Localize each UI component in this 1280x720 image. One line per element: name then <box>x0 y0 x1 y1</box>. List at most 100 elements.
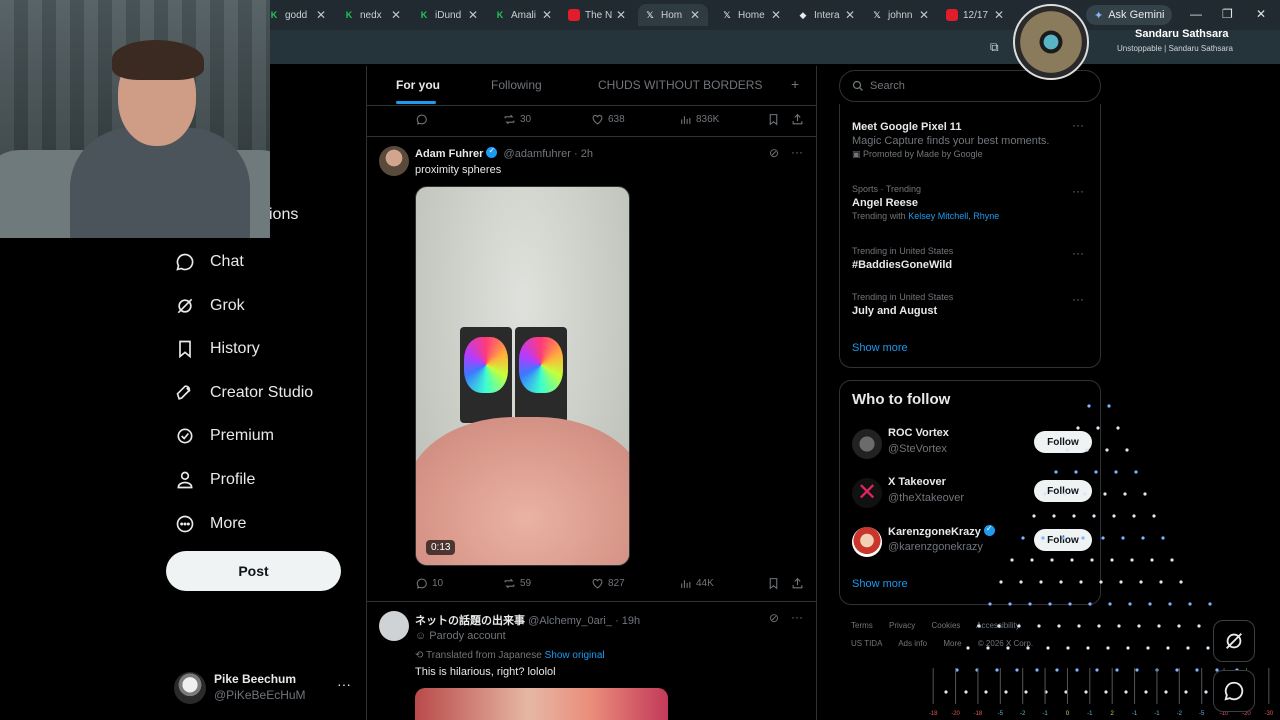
nav-item-chat[interactable]: Chat <box>174 246 244 278</box>
tweet-time[interactable]: · 2h <box>574 148 593 160</box>
tab-for-you[interactable]: For you <box>396 78 440 92</box>
account-switcher[interactable]: Pike Beechum @PiKeBeEcHuM ··· <box>174 668 354 708</box>
x-takeover-avatar[interactable]: ✕ <box>852 478 882 508</box>
avatar[interactable] <box>379 611 409 641</box>
decor-dot <box>1088 602 1092 606</box>
tweet-image[interactable] <box>415 688 668 720</box>
share-button[interactable] <box>791 113 808 126</box>
footer-link[interactable]: US TIDA <box>851 639 882 648</box>
tab-following[interactable]: Following <box>491 78 542 92</box>
cast-icon[interactable]: ⧉ <box>990 40 999 55</box>
trend-item[interactable]: Trending in United States July and Augus… <box>852 292 1092 317</box>
grok-floating-button[interactable] <box>1213 620 1255 662</box>
nav-item-profile[interactable]: Profile <box>174 464 255 496</box>
translation-note: ⟲ Translated from Japanese Show original <box>415 650 605 661</box>
post-button[interactable]: Post <box>166 551 341 591</box>
grok-icon[interactable]: ⊘ <box>769 146 779 160</box>
author-name[interactable]: Adam Fuhrer <box>415 148 483 160</box>
k-icon: K <box>420 10 428 20</box>
account-more-icon[interactable]: ··· <box>337 676 351 692</box>
views-button[interactable]: 44K <box>679 577 714 590</box>
browser-tab[interactable]: 𝕏 Home ✕ <box>721 4 781 26</box>
show-more-link[interactable]: Show more <box>852 342 908 354</box>
more-icon[interactable]: ··· <box>1072 292 1084 306</box>
close-icon[interactable]: ✕ <box>316 8 326 22</box>
nav-item-creator-studio[interactable]: Creator Studio <box>174 377 313 409</box>
reply-button[interactable] <box>415 113 432 126</box>
browser-tab[interactable]: Kgodd ✕ <box>268 4 326 26</box>
browser-tab[interactable]: KiDund ✕ <box>418 4 478 26</box>
nav-item-history[interactable]: History <box>174 333 260 365</box>
add-tab-icon[interactable]: + <box>791 76 799 92</box>
grok-icon <box>174 295 196 317</box>
close-icon[interactable]: ✕ <box>542 8 552 22</box>
close-icon[interactable]: ✕ <box>616 8 626 22</box>
close-icon[interactable]: ✕ <box>690 8 700 22</box>
tab-chuds-without-borders[interactable]: CHUDS WITHOUT BORDERS <box>598 78 762 92</box>
nav-item-premium[interactable]: Premium <box>174 420 274 452</box>
close-icon[interactable]: ✕ <box>771 8 781 22</box>
bookmark-button[interactable] <box>767 113 784 126</box>
repost-button[interactable]: 30 <box>503 113 531 126</box>
footer-link[interactable]: Terms <box>851 621 873 630</box>
repost-icon <box>504 114 515 125</box>
trend-item[interactable]: Trending in United States #BaddiesGoneWi… <box>852 246 1092 271</box>
browser-tab[interactable]: 12/17 ✕ <box>946 4 1004 26</box>
like-button[interactable]: 827 <box>591 577 625 590</box>
browser-tab-active[interactable]: 𝕏 Hom ✕ <box>638 4 708 26</box>
close-icon[interactable]: ✕ <box>919 8 929 22</box>
author-name[interactable]: ネットの話題の出来事 <box>415 615 525 627</box>
like-button[interactable]: 638 <box>591 113 625 126</box>
more-icon[interactable]: ··· <box>1072 246 1084 260</box>
heart-icon <box>592 578 603 589</box>
analytics-icon <box>681 116 691 124</box>
timeline: For you Following CHUDS WITHOUT BORDERS … <box>366 66 817 720</box>
browser-tab[interactable]: Knedx ✕ <box>343 4 401 26</box>
close-icon[interactable]: ✕ <box>468 8 478 22</box>
tweet-video[interactable]: 0:13 <box>415 186 630 566</box>
messages-floating-button[interactable] <box>1213 670 1255 712</box>
author-handle[interactable]: @Alchemy_0ari_ <box>528 615 612 627</box>
grok-icon[interactable]: ⊘ <box>769 611 779 625</box>
more-icon[interactable]: ··· <box>1072 118 1084 132</box>
avatar[interactable] <box>852 429 882 459</box>
close-icon[interactable]: ✕ <box>391 8 401 22</box>
avatar[interactable] <box>852 527 882 557</box>
meter-label: -20 <box>951 711 960 717</box>
nav-item-notifications-partial[interactable]: ions <box>269 206 298 224</box>
close-icon[interactable]: ✕ <box>994 8 1004 22</box>
decor-dot <box>966 646 970 650</box>
more-icon[interactable]: ··· <box>791 610 803 624</box>
trending-with-link[interactable]: Kelsey Mitchell, Rhyne <box>908 211 999 221</box>
close-icon[interactable]: ✕ <box>845 8 855 22</box>
tweet-time[interactable]: · 19h <box>615 615 640 627</box>
show-original-link[interactable]: Show original <box>545 650 605 661</box>
decor-dot <box>1141 536 1145 540</box>
browser-tab[interactable]: 𝕏johnn ✕ <box>871 4 929 26</box>
browser-tab[interactable]: The N ✕ <box>568 4 626 26</box>
browser-tab[interactable]: ◆ Intera ✕ <box>797 4 855 26</box>
decor-dot <box>1039 580 1043 584</box>
meter-label: 2 <box>1111 711 1115 717</box>
decor-dot <box>1041 536 1045 540</box>
nav-item-more[interactable]: More <box>174 508 246 540</box>
repost-button[interactable]: 59 <box>503 577 531 590</box>
tweet-actions: 10 59 827 44K <box>415 577 807 593</box>
bookmark-button[interactable] <box>767 577 784 590</box>
promoted-label: ▣ Promoted by Made by Google <box>852 149 983 159</box>
avatar[interactable] <box>379 146 409 176</box>
bookmark-icon <box>174 338 196 360</box>
share-button[interactable] <box>791 577 808 590</box>
decor-dot <box>1092 514 1096 518</box>
views-button[interactable]: 836K <box>679 113 719 126</box>
decor-dot <box>1079 580 1083 584</box>
trend-item[interactable]: Sports · Trending Angel Reese Trending w… <box>852 184 1092 221</box>
more-icon[interactable]: ··· <box>1072 184 1084 198</box>
trend-item[interactable]: Meet Google Pixel 11 Magic Capture finds… <box>852 118 1092 160</box>
browser-tab[interactable]: K Amali ✕ <box>494 4 552 26</box>
decor-dot <box>1099 580 1103 584</box>
author-handle[interactable]: @adamfuhrer <box>504 148 571 160</box>
nav-item-grok[interactable]: Grok <box>174 290 245 322</box>
reply-button[interactable]: 10 <box>415 577 443 590</box>
more-icon[interactable]: ··· <box>791 145 803 159</box>
